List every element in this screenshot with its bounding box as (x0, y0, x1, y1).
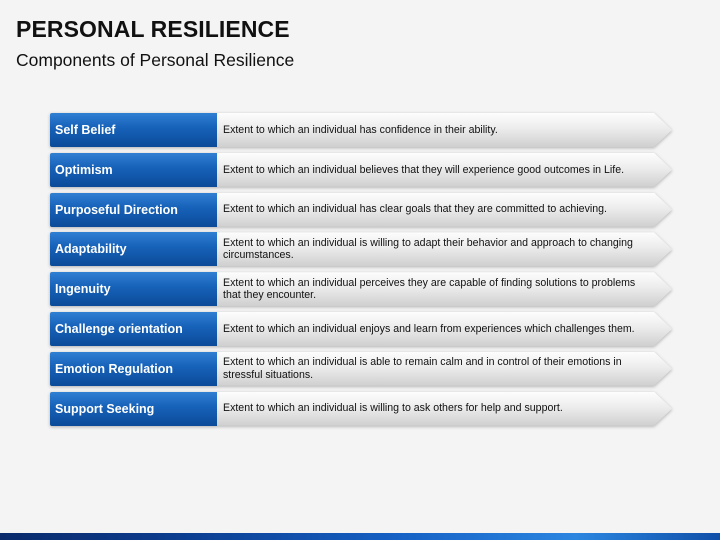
component-description-arrow: Extent to which an individual is able to… (217, 352, 672, 386)
component-description-arrow: Extent to which an individual believes t… (217, 153, 672, 187)
component-description-arrow: Extent to which an individual perceives … (217, 272, 672, 306)
component-description-arrow: Extent to which an individual is willing… (217, 232, 672, 266)
slide-title: PERSONAL RESILIENCE (16, 16, 290, 42)
component-row-adaptability: Adaptability Extent to which an individu… (50, 232, 672, 267)
component-row-optimism: Optimism Extent to which an individual b… (50, 152, 672, 187)
component-label: Purposeful Direction (50, 192, 217, 227)
component-list: Self Belief Extent to which an individua… (50, 113, 672, 431)
component-description-arrow: Extent to which an individual enjoys and… (217, 312, 672, 346)
slide-subtitle: Components of Personal Resilience (16, 50, 295, 70)
component-row-emotion-regulation: Emotion Regulation Extent to which an in… (50, 351, 672, 386)
component-row-self-belief: Self Belief Extent to which an individua… (50, 113, 672, 147)
component-row-challenge-orientation: Challenge orientation Extent to which an… (50, 311, 672, 346)
component-description-arrow: Extent to which an individual is willing… (217, 392, 672, 426)
component-label: Adaptability (50, 232, 217, 267)
component-row-purposeful-direction: Purposeful Direction Extent to which an … (50, 192, 672, 227)
component-description-arrow: Extent to which an individual has clear … (217, 193, 672, 227)
component-label: Optimism (50, 152, 217, 187)
component-label: Challenge orientation (50, 311, 217, 346)
component-label: Ingenuity (50, 272, 217, 307)
component-row-support-seeking: Support Seeking Extent to which an indiv… (50, 391, 672, 426)
component-description-arrow: Extent to which an individual has confid… (217, 113, 672, 147)
component-label: Support Seeking (50, 391, 217, 426)
component-label: Emotion Regulation (50, 351, 217, 386)
component-row-ingenuity: Ingenuity Extent to which an individual … (50, 272, 672, 307)
component-label: Self Belief (50, 113, 217, 147)
footer-accent-bar (0, 533, 720, 540)
